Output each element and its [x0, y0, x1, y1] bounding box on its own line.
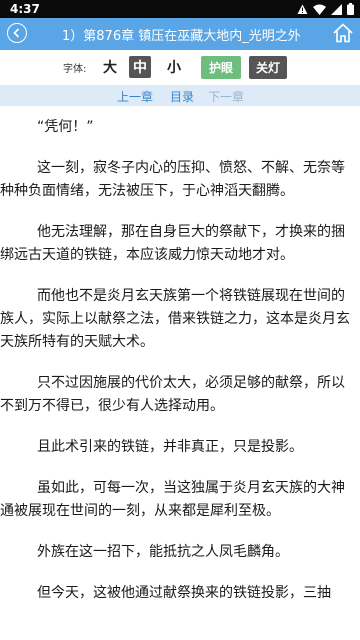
signal-icon — [331, 3, 342, 18]
paragraph: 外族在这一招下，能抵抗之人凤毛麟角。 — [37, 544, 289, 560]
font-size-medium-button[interactable]: 中 — [129, 56, 151, 78]
warning-icon — [297, 4, 308, 18]
font-size-large-button[interactable]: 大 — [99, 56, 121, 78]
home-icon — [333, 23, 353, 43]
table-of-contents-link[interactable]: 目录 — [170, 88, 194, 105]
back-button[interactable] — [7, 23, 27, 43]
paragraph: 虽如此，可每一次，当这独属于炎月玄天族的大神通被展现在世间的一刻，从来都是犀利至… — [0, 480, 345, 519]
back-arrow-icon — [13, 28, 20, 38]
chapter-title: 1）第876章 镇压在巫藏大地内_光明之外 — [62, 29, 301, 43]
next-chapter-link[interactable]: 下一章 — [208, 88, 244, 105]
paragraph: 而他也不是炎月玄天族第一个将铁链展现在世间的族人，实际上以献祭之法，借来铁链之力… — [0, 288, 350, 350]
paragraph: 只不过因施展的代价太大，必须足够的献祭，所以不到万不得已，很少有人选择动用。 — [0, 375, 345, 414]
paragraph: “凭何！” — [37, 119, 94, 135]
paragraph: 他无法理解，那在自身巨大的祭献下，才换来的捆绑远古天道的铁链，本应该威力惊天动地… — [0, 224, 345, 263]
paragraph: 这一刻，寂冬子内心的压抑、愤怒、不解、无奈等种种负面情绪，无法被压下，于心神滔天… — [0, 160, 345, 199]
battery-icon — [347, 3, 354, 18]
paragraph: 但今天，这被他通过献祭换来的铁链投影，三抽 — [37, 585, 331, 601]
status-bar: 4:37 — [0, 0, 360, 18]
font-size-small-button[interactable]: 小 — [163, 56, 185, 78]
status-time: 4:37 — [10, 2, 40, 16]
app-header: 1）第876章 镇压在巫藏大地内_光明之外 — [0, 18, 360, 50]
prev-chapter-link[interactable]: 上一章 — [117, 88, 153, 105]
chapter-nav: 上一章 目录 下一章 — [0, 85, 360, 106]
font-size-label: 字体: — [63, 64, 87, 75]
reading-controls: 字体: 大 中 小 护眼 关灯 — [0, 50, 360, 85]
home-button[interactable] — [332, 22, 354, 44]
status-icons — [297, 3, 354, 18]
eye-protection-button[interactable]: 护眼 — [201, 56, 241, 79]
lights-off-button[interactable]: 关灯 — [249, 56, 287, 79]
chapter-content[interactable]: “凭何！” 这一刻，寂冬子内心的压抑、愤怒、不解、无奈等种种负面情绪，无法被压下… — [0, 106, 360, 640]
paragraph: 且此术引来的铁链，并非真正，只是投影。 — [37, 439, 303, 455]
wifi-icon — [313, 4, 326, 18]
